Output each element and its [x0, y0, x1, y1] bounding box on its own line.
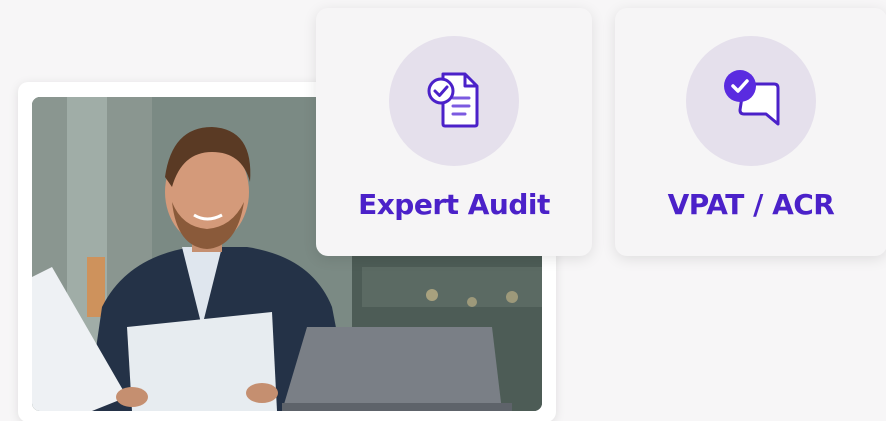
vpat-acr-card[interactable]: VPAT / ACR	[615, 8, 886, 256]
expert-audit-card[interactable]: Expert Audit	[316, 8, 592, 256]
expert-audit-icon-circle	[389, 36, 519, 166]
vpat-acr-label: VPAT / ACR	[667, 188, 835, 221]
chat-check-icon	[714, 62, 788, 141]
document-check-icon	[419, 64, 489, 139]
vpat-acr-icon-circle	[686, 36, 816, 166]
page: Expert Audit VPAT / ACR	[0, 0, 886, 421]
expert-audit-label: Expert Audit	[358, 188, 550, 221]
